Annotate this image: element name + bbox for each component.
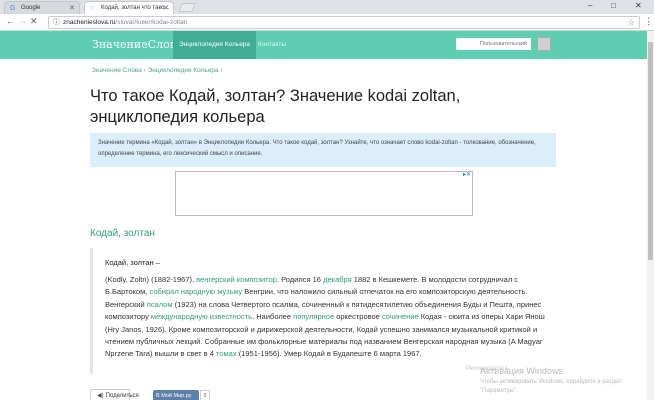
- nav-encyclopedia-collier[interactable]: Энциклопедия Кольера: [173, 31, 257, 59]
- tab-close-icon[interactable]: ✕: [163, 4, 169, 12]
- site-search-input[interactable]: [456, 38, 531, 50]
- maximize-window-icon[interactable]: □: [611, 1, 616, 10]
- tab-title: Кодай, золтан что тако...: [101, 5, 170, 11]
- new-tab-button[interactable]: [178, 3, 196, 12]
- tab-close-icon[interactable]: ✕: [69, 4, 75, 12]
- text-run: . Наиболее: [252, 312, 294, 322]
- site-search-button[interactable]: [537, 37, 551, 51]
- text-run: (Kodly, Zoltn) (1882-1967),: [105, 275, 197, 284]
- close-window-icon[interactable]: ✕: [635, 1, 642, 10]
- tab-current-page[interactable]: ◌ Кодай, золтан что тако... ✕: [84, 1, 174, 14]
- tab-title: Google: [21, 5, 41, 11]
- term-link[interactable]: сочинение: [382, 312, 419, 321]
- term-link[interactable]: декабря: [323, 275, 352, 284]
- term-link[interactable]: музыку: [217, 287, 242, 296]
- site-header: ЗначениеСлова.ru Энциклопедия Кольера Ко…: [0, 31, 654, 59]
- watermark-line: "Параметры".: [480, 388, 518, 394]
- ad-choices-icon[interactable]: ▸✕: [463, 172, 471, 178]
- section-title: Кодай, золтан: [90, 228, 155, 239]
- speaker-icon: ◀): [97, 393, 104, 399]
- term-link[interactable]: томах: [216, 349, 237, 358]
- browser-toolbar: ← → ✕ ⓘ znachenieslova.ru/slovar/koler/k…: [0, 14, 654, 31]
- article-headword: Кодай, золтан –: [105, 258, 160, 267]
- windows-activation-watermark: Активация Windows Чтобы активировать Win…: [480, 366, 622, 396]
- vk-share-count: 0: [200, 390, 210, 400]
- term-link[interactable]: собирал народную: [150, 287, 216, 296]
- address-bar[interactable]: ⓘ znachenieslova.ru/slovar/koler/kodai-z…: [48, 16, 640, 29]
- browser-tabstrip: G Google ✕ ◌ Кодай, золтан что тако... ✕…: [0, 0, 654, 14]
- term-link[interactable]: псалом: [147, 300, 173, 309]
- ad-banner[interactable]: ▸✕: [175, 171, 473, 216]
- watermark-title: Активация Windows: [480, 366, 563, 376]
- text-run: . Родился 16: [276, 275, 324, 284]
- vk-share-button[interactable]: В Мой Мир.ру: [153, 390, 199, 400]
- watermark-line: Чтобы активировать Windows, перейдите в …: [480, 379, 622, 385]
- share-button[interactable]: ◀) Поделиться: [90, 389, 139, 400]
- back-arrow-icon[interactable]: ←: [6, 16, 15, 27]
- google-favicon-icon: G: [10, 5, 16, 12]
- url-host: znachenieslova.ru: [63, 19, 116, 26]
- minimize-window-icon[interactable]: –: [588, 1, 592, 10]
- article-text: (Kodly, Zoltn) (1882-1967), венгерский к…: [105, 274, 553, 361]
- stop-loading-icon[interactable]: ✕: [30, 16, 38, 27]
- forward-arrow-icon[interactable]: →: [18, 16, 27, 27]
- breadcrumb[interactable]: Значение Слова › Энциклопедия Кольера ›: [92, 67, 223, 74]
- loading-favicon-icon: ◌: [90, 5, 95, 12]
- text-run: оркестровое: [334, 312, 382, 322]
- article-body: Кодай, золтан – (Kodly, Zoltn) (1882-196…: [90, 248, 556, 374]
- site-info-icon[interactable]: ⓘ: [53, 17, 60, 28]
- term-link[interactable]: международную известность: [151, 312, 252, 321]
- nav-contacts[interactable]: Контакты: [252, 31, 292, 59]
- share-label: Поделиться: [105, 393, 139, 399]
- term-link[interactable]: венгерский композитор: [196, 275, 277, 284]
- tab-google[interactable]: G Google ✕: [4, 1, 80, 14]
- browser-menu-icon[interactable]: ⋮: [644, 15, 653, 27]
- intro-box: Значение термина «Кодай, золтан» в Энцик…: [90, 133, 556, 167]
- url-path: /slovar/koler/kodai-zoltan: [115, 19, 188, 26]
- term-link[interactable]: популярное: [293, 312, 334, 321]
- scrollbar-thumb[interactable]: [648, 42, 653, 260]
- page-title: Что такое Кодай, золтан? Значение kodai …: [90, 87, 461, 126]
- text-run: (1951-1956). Умер Кодай в Будапеште 6 ма…: [236, 349, 422, 359]
- bookmark-star-icon[interactable]: ☆: [628, 17, 635, 28]
